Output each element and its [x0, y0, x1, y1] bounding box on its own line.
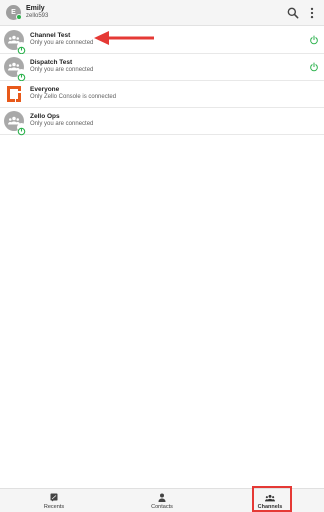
connected-badge-icon	[17, 123, 26, 136]
app-header: E Emily zello593	[0, 0, 324, 26]
tab-label: Recents	[43, 504, 65, 510]
channel-row-zello-ops[interactable]: Zello Ops Only you are connected	[0, 108, 324, 136]
tab-label: Contacts	[151, 504, 173, 510]
annotation-arrow-icon	[94, 31, 154, 45]
channel-row-dispatch-test[interactable]: Dispatch Test Only you are connected	[0, 54, 324, 82]
channel-name: Dispatch Test	[30, 59, 73, 66]
channel-list: Channel Test Only you are connected Disp…	[0, 27, 324, 136]
group-avatar-icon	[4, 111, 26, 136]
channel-status: Only Zello Console is connected	[30, 94, 117, 100]
annotation-highlight-box	[252, 486, 292, 512]
channel-status: Only you are connected	[30, 40, 94, 46]
connected-badge-icon	[17, 42, 26, 55]
channel-name: Channel Test	[30, 32, 71, 39]
channel-status: Only you are connected	[30, 121, 94, 127]
tab-contacts[interactable]: Contacts	[108, 489, 216, 512]
online-status-icon	[16, 14, 22, 20]
channel-status: Only you are connected	[30, 67, 94, 73]
search-icon[interactable]	[286, 6, 300, 20]
connected-badge-icon	[17, 69, 26, 82]
contacts-icon	[158, 493, 166, 502]
power-icon[interactable]	[309, 35, 319, 45]
more-options-icon[interactable]	[305, 6, 319, 20]
tab-recents[interactable]: Recents	[0, 489, 108, 512]
user-name[interactable]: Emily	[26, 5, 45, 12]
power-icon[interactable]	[309, 62, 319, 72]
zello-logo-icon	[7, 86, 21, 102]
channel-name: Everyone	[30, 86, 60, 93]
group-avatar-icon	[4, 30, 26, 55]
group-avatar-icon	[4, 57, 26, 82]
channel-name: Zello Ops	[30, 113, 60, 120]
channel-row-everyone[interactable]: Everyone Only Zello Console is connected	[0, 81, 324, 108]
channel-row-channel-test[interactable]: Channel Test Only you are connected	[0, 27, 324, 55]
user-id: zello593	[26, 13, 49, 19]
recents-icon	[50, 493, 58, 502]
